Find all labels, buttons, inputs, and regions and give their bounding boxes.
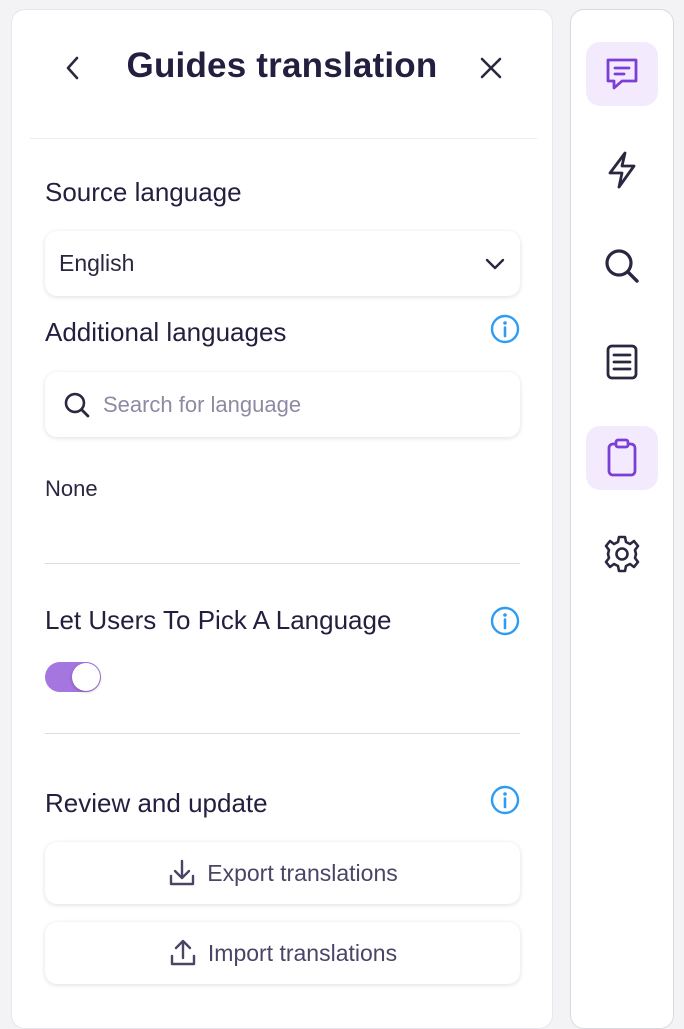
source-language-value: English	[59, 250, 135, 276]
additional-languages-label: Additional languages	[45, 317, 287, 347]
section-divider	[45, 563, 520, 564]
document-list-icon	[606, 344, 638, 380]
search-icon	[605, 249, 639, 283]
rail-item-settings[interactable]	[586, 522, 658, 586]
page-title: Guides translation	[126, 46, 438, 85]
pick-language-info-icon[interactable]	[489, 605, 521, 637]
close-button[interactable]	[474, 50, 508, 86]
download-icon	[170, 859, 195, 886]
gear-icon	[604, 535, 640, 573]
rail-item-clipboard[interactable]	[586, 426, 658, 490]
translation-panel: Guides translation Source language Engli…	[11, 9, 553, 1029]
export-translations-button[interactable]: Export translations	[45, 842, 520, 904]
search-icon	[64, 392, 90, 417]
language-search-box	[45, 372, 520, 437]
export-translations-label: Export translations	[207, 859, 398, 886]
selected-languages-text: None	[45, 476, 98, 501]
rail-item-actions[interactable]	[586, 138, 658, 202]
rail-item-chat[interactable]	[586, 42, 658, 106]
pick-language-label: Let Users To Pick A Language	[45, 605, 392, 635]
chat-message-icon	[606, 58, 638, 90]
import-translations-button[interactable]: Import translations	[45, 922, 520, 984]
toggle-knob	[72, 663, 100, 691]
info-icon	[490, 785, 520, 815]
source-language-label: Source language	[45, 177, 242, 207]
rail-item-documents[interactable]	[586, 330, 658, 394]
source-language-select[interactable]: English	[45, 231, 520, 296]
lightning-icon	[608, 151, 636, 189]
clipboard-icon	[607, 438, 637, 477]
close-icon	[480, 57, 502, 79]
chevron-down-icon	[485, 258, 505, 269]
additional-languages-info-icon[interactable]	[489, 313, 521, 345]
review-update-info-icon[interactable]	[489, 784, 521, 816]
import-translations-label: Import translations	[207, 939, 398, 966]
info-icon	[490, 606, 520, 636]
header-divider	[30, 138, 537, 139]
review-update-label: Review and update	[45, 788, 268, 818]
info-icon	[490, 314, 520, 344]
pick-language-toggle[interactable]	[45, 662, 101, 692]
section-divider	[45, 733, 520, 734]
panel-header: Guides translation	[12, 10, 552, 140]
side-rail	[570, 9, 674, 1029]
language-search-input[interactable]	[102, 391, 502, 418]
upload-icon	[170, 939, 196, 966]
rail-item-search[interactable]	[586, 234, 658, 298]
